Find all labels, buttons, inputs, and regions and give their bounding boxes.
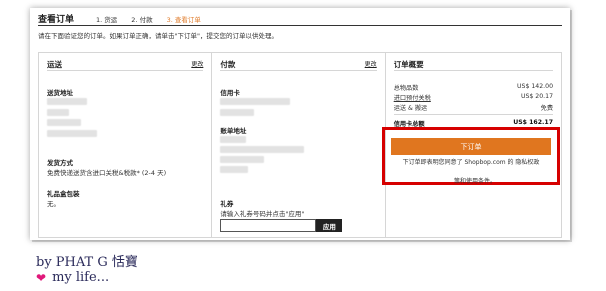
card-redacted: [220, 98, 291, 105]
credit-card-label: 信用卡: [220, 89, 240, 97]
summary-row-duties: 进口预付关税 US$ 20.17: [394, 93, 553, 102]
address-redacted: [47, 98, 87, 105]
heart-icon: ❤: [36, 270, 47, 285]
summary-duties-label[interactable]: 进口预付关税: [394, 93, 431, 102]
apply-coupon-button[interactable]: 应用: [316, 219, 343, 232]
payment-title: 付款: [220, 60, 236, 69]
terms-link[interactable]: 策和使用条件。: [454, 176, 496, 185]
gift-wrap-value: 无。: [47, 200, 60, 208]
summary-divider: [393, 114, 554, 115]
summary-duties-value: US$ 20.17: [520, 93, 554, 100]
billing-address-label: 账单地址: [220, 127, 247, 135]
coupon-hint: 请输入礼券号码并点击"应用": [220, 210, 305, 218]
shipping-edit-link[interactable]: 更改: [191, 59, 203, 70]
checkout-header: 查看订单 1. 货运 2. 付款 3. 查看订单: [38, 12, 562, 26]
billing-redacted: [220, 146, 305, 153]
coupon-row: 应用: [220, 219, 343, 232]
page-title: 查看订单: [38, 15, 75, 25]
shipping-header: 运送 更改: [47, 59, 204, 71]
summary-header: 订单概要: [393, 59, 554, 71]
step-payment[interactable]: 2. 付款: [131, 14, 152, 24]
signature-line-1: by PHAT G 恬寶: [36, 255, 138, 270]
summary-items-label: 总物品数: [393, 85, 419, 92]
address-redacted: [47, 119, 81, 126]
shipping-method-value: 免费快递送货含进口关税&税款* (2-4 天): [47, 169, 167, 177]
signature-text: my life...: [52, 270, 110, 285]
shipping-method-label: 发货方式: [47, 159, 73, 167]
step-review: 3. 查看订单: [166, 15, 201, 24]
billing-redacted: [220, 166, 249, 173]
shipping-title: 运送: [47, 60, 62, 69]
billing-redacted: [220, 136, 247, 143]
summary-shipping-label: 运送 & 搬运: [393, 105, 428, 112]
shipping-panel: 运送 更改 送货地址 发货方式 免费快递送货含进口关税&税款* (2-4 天) …: [39, 53, 213, 237]
address-redacted: [47, 109, 69, 116]
step-shipping[interactable]: 1. 货运: [96, 14, 117, 24]
summary-row-shipping: 运送 & 搬运 免费: [394, 103, 553, 112]
coupon-label: 礼券: [220, 200, 234, 208]
summary-row-items: 总物品数 US$ 142.00: [394, 83, 553, 92]
signature-line-2: ❤ my life...: [36, 270, 109, 285]
card-redacted: [220, 109, 255, 116]
terms-text: 下订单即表明您同意了 Shopbop.com 的 隐私权政: [402, 159, 540, 166]
address-label: 送货地址: [47, 89, 73, 97]
summary-shipping-value: 免费: [540, 105, 554, 112]
summary-items-value: US$ 142.00: [517, 83, 554, 90]
address-redacted: [47, 130, 97, 137]
coupon-input[interactable]: [220, 219, 317, 232]
gift-wrap-label: 礼品盒包装: [47, 190, 80, 198]
summary-title: 订单概要: [393, 60, 424, 69]
payment-header: 付款 更改: [220, 59, 377, 71]
place-order-button[interactable]: 下订单: [391, 138, 551, 155]
payment-edit-link[interactable]: 更改: [365, 59, 377, 70]
checkout-screenshot: 查看订单 1. 货运 2. 付款 3. 查看订单 请在下面验证您的订单。如果订单…: [30, 8, 570, 240]
billing-redacted: [220, 156, 265, 163]
payment-panel: 付款 更改 信用卡 账单地址 礼券 请输入礼券号码并点击"应用" 应用: [212, 53, 386, 237]
verify-notice: 请在下面验证您的订单。如果订单正确，请单击"下订单"，提交您的订单以供处理。: [38, 32, 278, 40]
